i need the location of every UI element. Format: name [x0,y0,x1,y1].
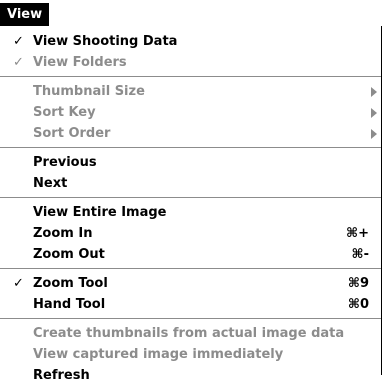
menu-item-zoom-tool[interactable]: ✓ Zoom Tool ⌘9 [0,273,381,294]
menu-separator [0,318,381,319]
menu-item-refresh[interactable]: Refresh [0,365,381,386]
menu-item-label: View Folders [33,55,127,70]
menu-item-sort-order: Sort Order [0,123,381,144]
menu-item-sort-key: Sort Key [0,102,381,123]
menu-item-label: Zoom In [33,226,93,241]
menu-item-label: View Entire Image [33,205,167,220]
menu-item-label: Refresh [33,368,90,383]
menu-separator [0,268,381,269]
menu-separator [0,76,381,77]
menu-item-label: Next [33,176,68,191]
menu-item-zoom-in[interactable]: Zoom In ⌘+ [0,223,381,244]
menu-item-label: Thumbnail Size [33,84,145,99]
menu-separator [0,197,381,198]
menu-item-view-captured-image: View captured image immediately [0,344,381,365]
menu-item-previous[interactable]: Previous [0,152,381,173]
menu-item-label: Hand Tool [33,297,106,312]
menu-item-thumbnail-size: Thumbnail Size [0,81,381,102]
menu-item-label: View Shooting Data [33,34,178,49]
shortcut-label: ⌘+ [346,226,369,241]
view-menu: ✓ View Shooting Data ✓ View Folders Thum… [0,26,382,383]
menu-item-zoom-out[interactable]: Zoom Out ⌘- [0,244,381,265]
menu-separator [0,147,381,148]
submenu-arrow-icon [371,87,377,97]
submenu-arrow-icon [371,129,377,139]
menu-item-view-entire-image[interactable]: View Entire Image [0,202,381,223]
checkmark-icon: ✓ [13,34,24,49]
menu-item-label: Zoom Out [33,247,105,262]
menu-item-label: Previous [33,155,97,170]
shortcut-label: ⌘9 [347,276,369,291]
checkmark-icon: ✓ [13,55,24,70]
menu-item-label: View captured image immediately [33,347,284,362]
menu-bar: View [0,0,385,26]
menu-item-create-thumbnails: Create thumbnails from actual image data [0,323,381,344]
menu-item-label: Create thumbnails from actual image data [33,326,345,341]
menu-item-label: Sort Order [33,126,111,141]
menu-item-label: Zoom Tool [33,276,108,291]
checkmark-icon: ✓ [13,276,24,291]
menu-item-label: Sort Key [33,105,96,120]
menu-item-next[interactable]: Next [0,173,381,194]
menu-item-hand-tool[interactable]: Hand Tool ⌘0 [0,294,381,315]
shortcut-label: ⌘0 [347,297,369,312]
menu-item-view-shooting-data[interactable]: ✓ View Shooting Data [0,31,381,52]
shortcut-label: ⌘- [351,247,369,262]
menu-item-view-folders: ✓ View Folders [0,52,381,73]
submenu-arrow-icon [371,108,377,118]
menu-title-view[interactable]: View [0,3,50,26]
